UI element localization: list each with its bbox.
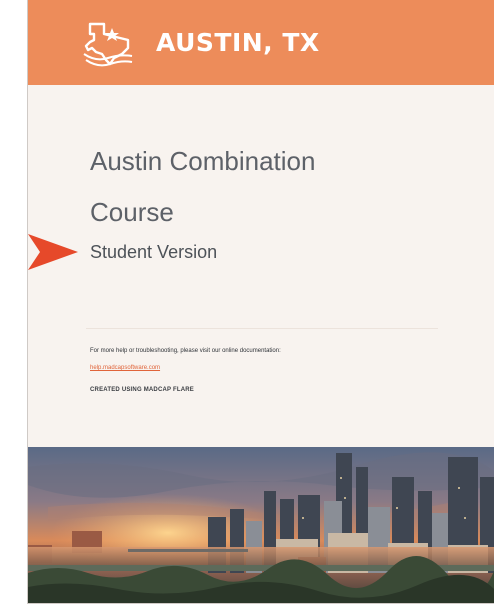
pointer-arrow-icon	[28, 234, 78, 270]
document-page: AUSTIN, TX Austin Combination Course Stu…	[27, 0, 494, 604]
austin-skyline-sunset-image	[28, 447, 494, 603]
help-text: For more help or troubleshooting, please…	[90, 348, 281, 354]
divider	[86, 328, 438, 329]
cover-title-line2: Course	[90, 197, 174, 227]
cover-subtitle: Student Version	[90, 242, 218, 262]
created-with-label: CREATED USING MADCAP FLARE	[90, 387, 194, 393]
banner-title: AUSTIN, TX	[156, 28, 320, 57]
cover-title-line1: Austin Combination	[90, 146, 316, 176]
texas-state-star-icon	[83, 22, 133, 67]
help-link[interactable]: help.madcapsoftware.com	[90, 365, 160, 371]
header-banner: AUSTIN, TX	[28, 0, 494, 85]
